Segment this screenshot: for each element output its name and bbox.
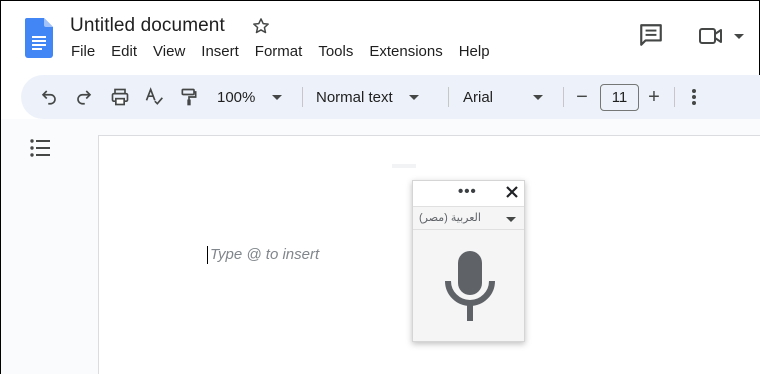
paint-format-icon[interactable] bbox=[178, 75, 200, 119]
chevron-down-icon bbox=[533, 94, 544, 100]
document-placeholder[interactable]: Type @ to insert bbox=[207, 246, 319, 264]
print-icon[interactable] bbox=[108, 75, 132, 119]
meet-icon[interactable] bbox=[698, 23, 748, 49]
menubar: File Edit View Insert Format Tools Exten… bbox=[71, 43, 506, 61]
more-options-icon[interactable] bbox=[686, 75, 702, 119]
close-icon[interactable] bbox=[504, 184, 520, 200]
divider bbox=[302, 87, 303, 107]
page-marker bbox=[392, 164, 416, 168]
comment-icon[interactable] bbox=[638, 22, 664, 48]
menu-tools[interactable]: Tools bbox=[318, 43, 353, 61]
divider bbox=[448, 87, 449, 107]
document-title[interactable]: Untitled document bbox=[70, 15, 225, 37]
redo-icon[interactable] bbox=[73, 75, 95, 119]
zoom-value: 100% bbox=[217, 88, 256, 106]
toolbar: 100% Normal text Arial − 11 + bbox=[21, 75, 760, 119]
increase-font-size-button[interactable]: + bbox=[645, 75, 663, 119]
star-icon[interactable] bbox=[251, 16, 271, 36]
more-icon[interactable]: ••• bbox=[458, 184, 477, 199]
voice-typing-panel: ••• العربية (مصر) bbox=[412, 180, 525, 342]
spellcheck-icon[interactable] bbox=[143, 75, 165, 119]
font-value: Arial bbox=[463, 88, 494, 106]
menu-help[interactable]: Help bbox=[459, 43, 490, 61]
zoom-select[interactable]: 100% bbox=[217, 75, 297, 119]
language-value: العربية (مصر) bbox=[419, 212, 481, 224]
chevron-down-icon bbox=[408, 94, 419, 100]
undo-icon[interactable] bbox=[38, 75, 60, 119]
chevron-down-icon bbox=[272, 94, 283, 100]
menu-edit[interactable]: Edit bbox=[111, 43, 137, 61]
chevron-down-icon bbox=[506, 217, 516, 222]
menu-file[interactable]: File bbox=[71, 43, 95, 61]
divider bbox=[674, 87, 675, 107]
language-select[interactable]: العربية (مصر) bbox=[413, 206, 524, 230]
outline-icon[interactable] bbox=[29, 138, 53, 158]
docs-logo-icon[interactable] bbox=[25, 18, 53, 58]
menu-format[interactable]: Format bbox=[255, 43, 303, 61]
decrease-font-size-button[interactable]: − bbox=[573, 75, 591, 119]
menu-extensions[interactable]: Extensions bbox=[369, 43, 442, 61]
paragraph-style-select[interactable]: Normal text bbox=[316, 75, 436, 119]
menu-view[interactable]: View bbox=[153, 43, 185, 61]
microphone-icon[interactable] bbox=[443, 251, 497, 325]
paragraph-style-value: Normal text bbox=[316, 88, 393, 106]
font-size-input[interactable]: 11 bbox=[600, 84, 639, 111]
voice-panel-header[interactable]: ••• bbox=[413, 181, 524, 206]
font-select[interactable]: Arial bbox=[463, 75, 553, 119]
divider bbox=[563, 87, 564, 107]
chevron-down-icon bbox=[734, 33, 744, 39]
menu-insert[interactable]: Insert bbox=[201, 43, 239, 61]
